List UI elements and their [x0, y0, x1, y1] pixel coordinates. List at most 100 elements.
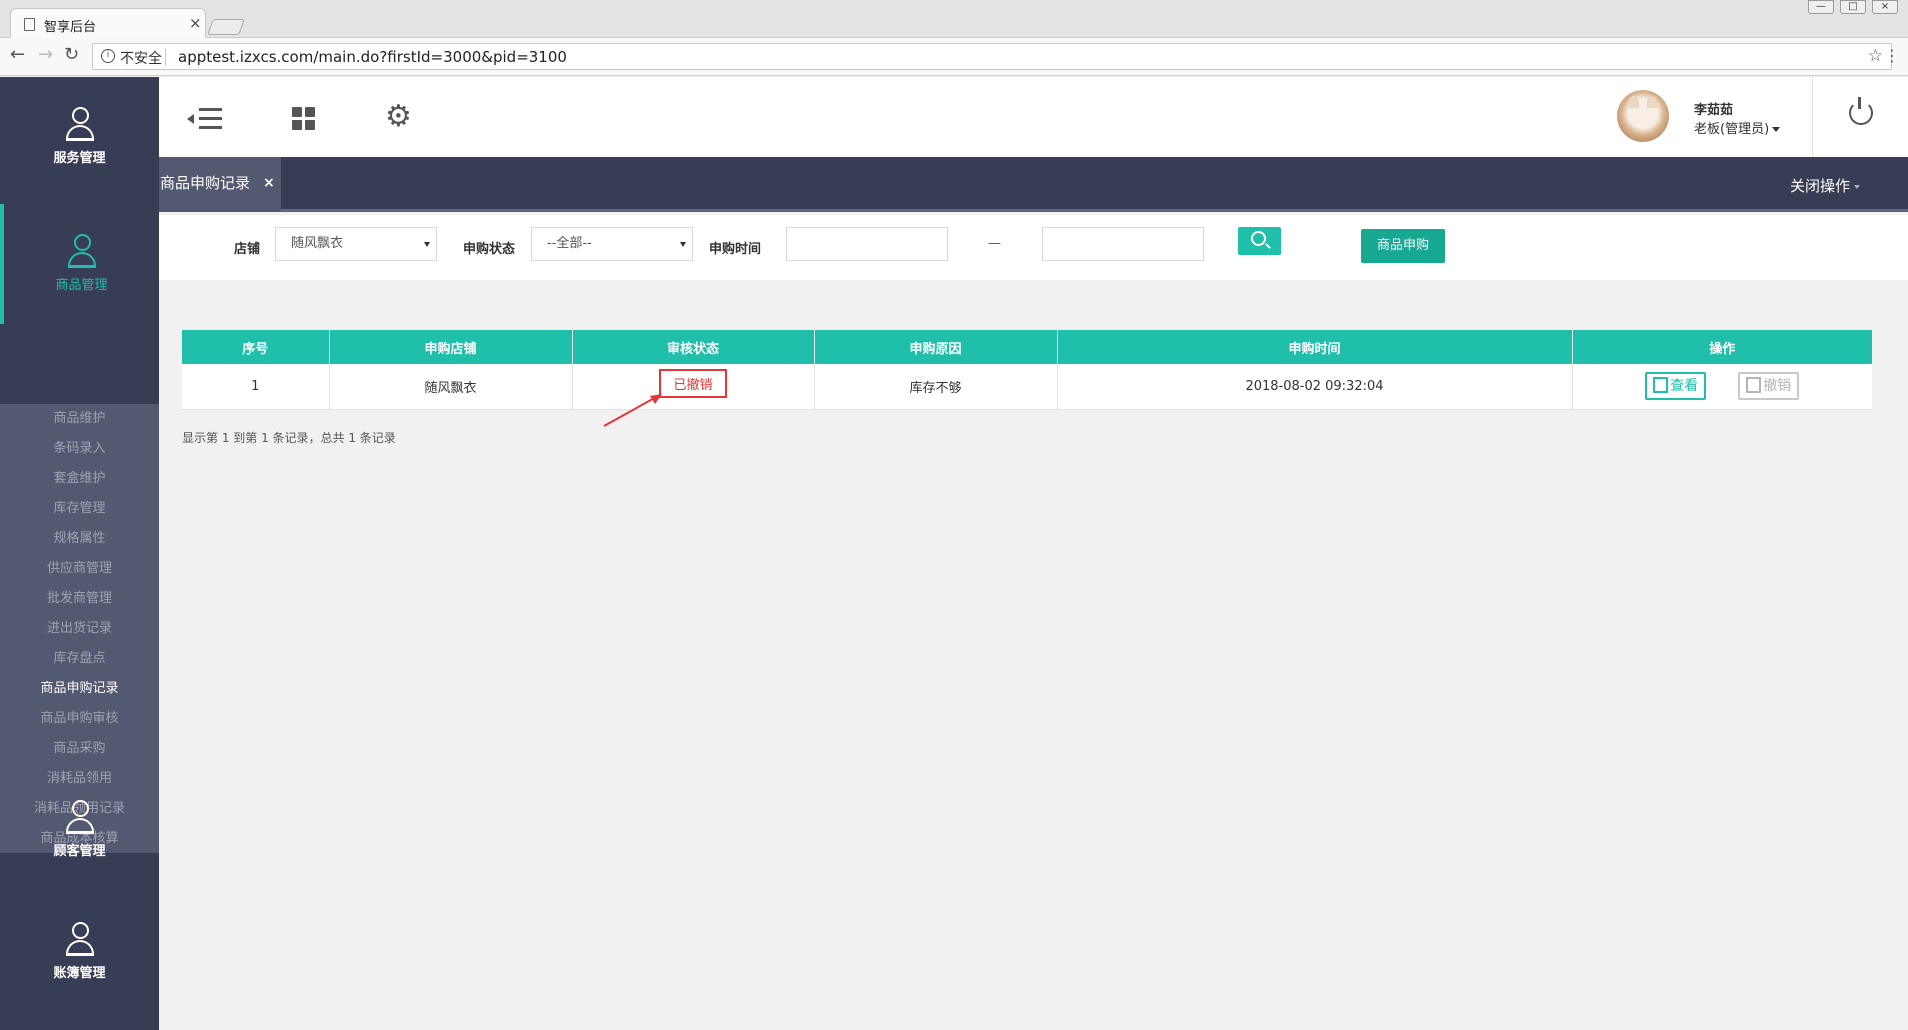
maximize-button[interactable]: □ [1840, 0, 1866, 14]
row-store: 随风飘衣 [329, 364, 573, 410]
browser-toolbar: ← → ↻ i 不安全 apptest.izxcs.com/main.do?fi… [0, 38, 1908, 76]
submenu-item[interactable]: 批发商管理 [0, 584, 159, 614]
sidebar: 服务管理 商品管理 商品维护 条码录入 套盒维护 库存管理 规格属性 供应商管理… [0, 77, 159, 1030]
status-select[interactable]: --全部-- [531, 227, 693, 261]
filter-bar: 店铺 随风飘衣 申购状态 --全部-- 申购时间 — 商品申购 [159, 215, 1908, 280]
submenu-item[interactable]: 商品采购 [0, 734, 159, 764]
header-divider [1812, 77, 1813, 157]
submenu-item[interactable]: 套盒维护 [0, 464, 159, 494]
search-icon [1251, 231, 1266, 246]
row-actions: 查看 撤销 [1572, 364, 1872, 410]
sidebar-module-goods[interactable]: 商品管理 [0, 204, 159, 324]
close-icon[interactable]: × [263, 157, 275, 209]
security-label[interactable]: 不安全 [120, 48, 162, 68]
column-header: 操作 [1572, 330, 1872, 364]
search-button[interactable] [1238, 227, 1281, 255]
sidebar-module-label: 账簿管理 [53, 966, 106, 981]
submenu-item[interactable]: 库存盘点 [0, 644, 159, 674]
submenu-item[interactable]: 供应商管理 [0, 554, 159, 584]
apply-purchase-button[interactable]: 商品申购 [1361, 229, 1445, 263]
revoke-icon [1746, 377, 1762, 394]
table-row: 1 随风飘衣 已撤销 库存不够 2018-08-02 09:32:04 查看 撤… [182, 364, 1872, 410]
document-icon [24, 18, 35, 31]
window-controls: — □ × [1808, 0, 1898, 14]
revoke-button-label: 撤销 [1763, 378, 1792, 395]
table-header-row: 序号 申购店铺 审核状态 申购原因 申购时间 操作 [182, 330, 1872, 364]
url-text[interactable]: apptest.izxcs.com/main.do?firstId=3000&p… [178, 48, 567, 66]
view-button-label: 查看 [1670, 378, 1699, 395]
end-date-input[interactable] [1042, 227, 1204, 261]
chevron-down-icon [680, 242, 686, 247]
address-bar[interactable]: i 不安全 apptest.izxcs.com/main.do?firstId=… [92, 43, 1892, 70]
person-icon [65, 107, 95, 141]
browser-menu-icon[interactable]: ⋮ [1884, 46, 1900, 65]
gear-icon[interactable]: ⚙ [385, 99, 412, 135]
submenu-item[interactable]: 条码录入 [0, 434, 159, 464]
back-icon[interactable]: ← [10, 44, 25, 65]
person-icon [67, 234, 97, 268]
avatar[interactable] [1617, 90, 1669, 142]
store-select-value: 随风飘衣 [291, 236, 344, 251]
close-operations-dropdown[interactable]: 关闭操作 [1790, 175, 1860, 196]
column-header: 申购店铺 [329, 330, 573, 364]
revoke-button[interactable]: 撤销 [1738, 372, 1800, 401]
purchase-records-table: 序号 申购店铺 审核状态 申购原因 申购时间 操作 1 随风飘衣 已撤销 库存不… [182, 330, 1872, 410]
status-label: 申购状态 [463, 242, 516, 257]
sidebar-module-label: 服务管理 [53, 151, 106, 166]
column-header: 申购原因 [814, 330, 1058, 364]
submenu-item-current[interactable]: 商品申购记录 [0, 674, 159, 704]
omnibox-divider [165, 48, 166, 66]
submenu-item[interactable]: 商品申购审核 [0, 704, 159, 734]
browser-tab[interactable]: 智享后台 × [10, 8, 206, 39]
bookmark-star-icon[interactable]: ☆ [1868, 46, 1883, 66]
column-header: 审核状态 [572, 330, 815, 364]
column-header: 序号 [182, 330, 330, 364]
tab-label: 商品申购记录 [160, 174, 251, 192]
store-select[interactable]: 随风飘衣 [275, 227, 437, 261]
search-icon-handle [1265, 243, 1271, 249]
minimize-button[interactable]: — [1808, 0, 1834, 14]
browser-tabstrip: 智享后台 × — □ × [0, 0, 1908, 39]
person-icon [65, 800, 95, 834]
chevron-down-icon [424, 242, 430, 247]
submenu-item[interactable]: 库存管理 [0, 494, 159, 524]
sidebar-module-service[interactable]: 服务管理 [0, 77, 159, 199]
close-window-button[interactable]: × [1872, 0, 1898, 14]
close-operations-label: 关闭操作 [1789, 177, 1850, 195]
row-index: 1 [182, 364, 330, 410]
tab-close-icon[interactable]: × [189, 14, 202, 32]
person-icon [65, 922, 95, 956]
chevron-down-icon [1854, 184, 1860, 189]
power-icon[interactable] [1849, 97, 1873, 125]
view-button[interactable]: 查看 [1645, 372, 1707, 401]
annotation-arrow [603, 394, 662, 427]
view-doc-icon [1653, 377, 1669, 394]
row-time: 2018-08-02 09:32:04 [1057, 364, 1573, 410]
page-tab-bar: 商品申购记录 × 关闭操作 [159, 157, 1908, 212]
top-header: ⚙ 李茹茹 老板(管理员) [159, 77, 1908, 157]
status-select-value: --全部-- [547, 236, 592, 251]
date-range-separator: — [988, 236, 1001, 251]
sidebar-module-accounts[interactable]: 账簿管理 [0, 892, 159, 1014]
collapse-menu-icon[interactable] [187, 106, 227, 132]
start-date-input[interactable] [786, 227, 948, 261]
tab-purchase-records[interactable]: 商品申购记录 × [159, 157, 281, 212]
sidebar-module-label: 顾客管理 [53, 844, 106, 859]
apps-grid-icon[interactable] [292, 107, 316, 131]
info-icon[interactable]: i [101, 49, 115, 63]
new-tab-button[interactable] [207, 19, 245, 35]
sidebar-module-label: 商品管理 [55, 278, 108, 293]
user-role-label: 老板(管理员) [1694, 122, 1770, 137]
submenu-item[interactable]: 进出货记录 [0, 614, 159, 644]
reload-icon[interactable]: ↻ [64, 44, 79, 65]
user-role-dropdown[interactable]: 老板(管理员) [1694, 118, 1781, 137]
forward-icon[interactable]: → [38, 44, 53, 65]
submenu-item[interactable]: 规格属性 [0, 524, 159, 554]
browser-tab-title: 智享后台 [44, 20, 97, 35]
time-label: 申购时间 [709, 242, 762, 257]
column-header: 申购时间 [1057, 330, 1573, 364]
submenu-item[interactable]: 商品维护 [0, 404, 159, 434]
store-label: 店铺 [234, 242, 261, 257]
user-name: 李茹茹 [1694, 103, 1734, 118]
sidebar-module-customers[interactable]: 顾客管理 [0, 770, 159, 892]
